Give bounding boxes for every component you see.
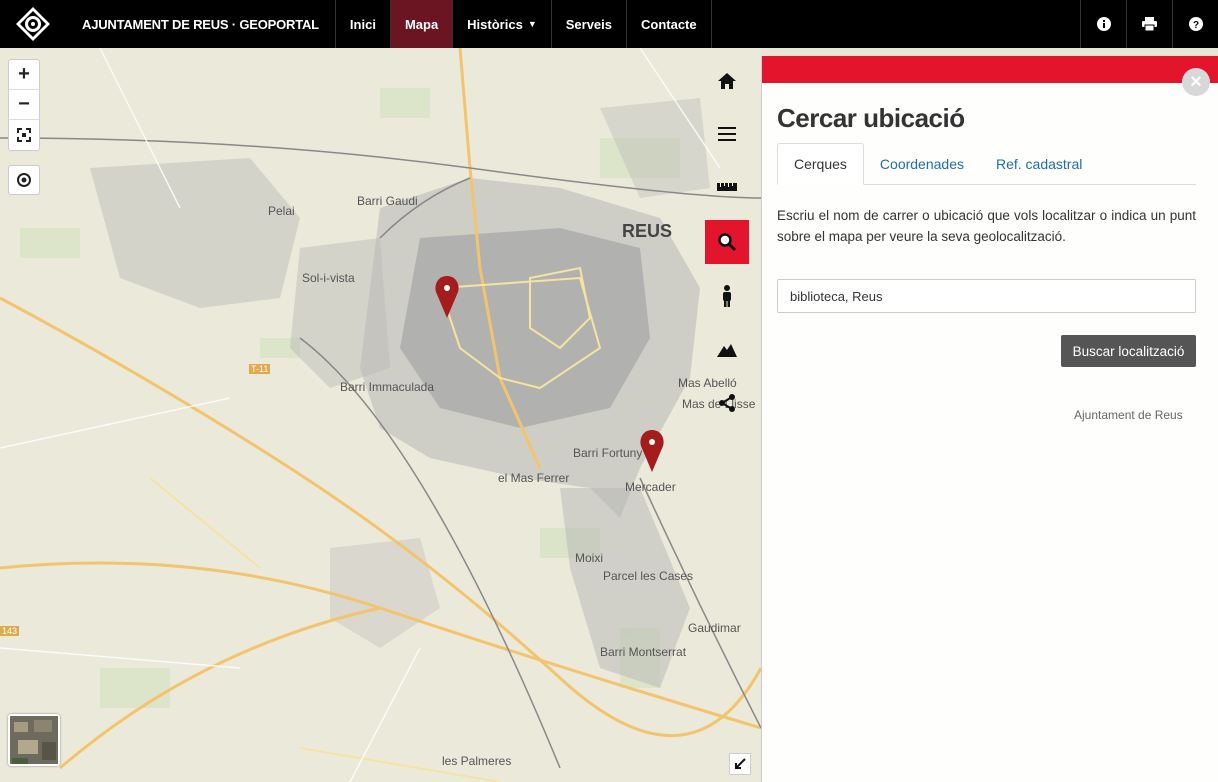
person-icon — [723, 285, 731, 307]
layers-menu-button[interactable] — [705, 112, 749, 156]
panel-header — [762, 56, 1218, 83]
search-tabs: Cerques Coordenades Ref. cadastral — [777, 143, 1196, 185]
brand-title[interactable]: AJUNTAMENT DE REUS · GEOPORTAL — [66, 0, 335, 48]
nav-mapa-label: Mapa — [404, 16, 439, 32]
elevation-button[interactable] — [705, 328, 749, 372]
search-description: Escriu el nom de carrer o ubicació que v… — [777, 208, 1196, 244]
ruler-icon — [717, 183, 737, 191]
home-icon — [718, 73, 736, 89]
measure-button[interactable] — [705, 165, 749, 209]
svg-text:?: ? — [1192, 20, 1198, 31]
map-label-moixi: Moixi — [575, 551, 604, 565]
help-icon: ? — [1188, 17, 1203, 31]
nav-historics-label: Històrics — [467, 16, 523, 32]
map-label-gaudimar: Gaudimar — [688, 621, 741, 635]
map-label-sol-i-vista: Sol-i-vista — [302, 271, 355, 285]
map-view[interactable]: REUS Barri Gaudi Pelai Sol-i-vista Barri… — [0, 48, 761, 782]
search-location-button[interactable] — [705, 220, 749, 264]
logo[interactable] — [0, 0, 66, 48]
info-icon — [1096, 17, 1111, 31]
map-label-barri-gaudi: Barri Gaudi — [357, 194, 418, 208]
basemap-toggle[interactable] — [8, 714, 60, 766]
caret-down-icon: ▼ — [527, 19, 537, 29]
print-button[interactable] — [1126, 0, 1172, 48]
zoom-in-button[interactable]: + — [9, 60, 39, 90]
home-button[interactable] — [705, 59, 749, 103]
nav-serveis[interactable]: Serveis — [550, 0, 626, 48]
map-base[interactable] — [0, 48, 761, 782]
satellite-thumbnail-icon — [10, 716, 58, 764]
collapse-panel-button[interactable] — [729, 753, 751, 775]
arrow-diagonal-icon — [735, 758, 746, 769]
zoom-controls: + − — [8, 59, 40, 151]
map-label-barri-montserrat: Barri Montserrat — [600, 645, 687, 659]
map-label-reus: REUS — [622, 221, 673, 241]
map-label-barri-fortuny: Barri Fortuny — [573, 446, 643, 460]
menu-icon — [718, 127, 736, 141]
map-label-les-palmeres: les Palmeres — [442, 754, 512, 768]
fullscreen-icon — [17, 128, 31, 142]
target-icon — [17, 173, 31, 187]
map-label-el-mas-ferrer: el Mas Ferrer — [498, 471, 570, 485]
nav-contacte-label: Contacte — [641, 16, 697, 32]
print-icon — [1142, 17, 1157, 31]
search-input[interactable] — [777, 279, 1196, 313]
locate-button[interactable] — [8, 165, 40, 195]
panel-footer: Ajuntament de Reus — [1074, 408, 1183, 422]
road-shield-t11: T-11 — [249, 364, 271, 374]
logo-icon — [16, 7, 50, 41]
close-panel-button[interactable]: × — [1182, 68, 1210, 96]
top-navbar: AJUNTAMENT DE REUS · GEOPORTAL Inici Map… — [0, 0, 1218, 48]
map-label-pelai: Pelai — [268, 204, 295, 218]
zoom-out-button[interactable]: − — [9, 90, 39, 120]
info-button[interactable] — [1080, 0, 1126, 48]
share-icon — [719, 394, 735, 412]
nav-inici-label: Inici — [349, 16, 376, 32]
tab-ref-cadastral[interactable]: Ref. cadastral — [980, 143, 1098, 185]
search-icon — [718, 233, 737, 252]
road-shield-143: 143 — [0, 626, 20, 636]
panel-title: Cercar ubicació — [777, 103, 965, 133]
tab-coordenades[interactable]: Coordenades — [864, 143, 980, 185]
nav-inici[interactable]: Inici — [334, 0, 390, 48]
help-button[interactable]: ? — [1172, 0, 1218, 48]
map-label-barri-immaculada: Barri Immaculada — [340, 380, 435, 394]
nav-contacte[interactable]: Contacte — [626, 0, 712, 48]
tab-cerques[interactable]: Cerques — [777, 143, 864, 185]
nav-mapa[interactable]: Mapa — [389, 0, 453, 48]
map-label-parcel-les-cases: Parcel les Cases — [603, 569, 694, 583]
fullscreen-button[interactable] — [9, 120, 39, 150]
nav-serveis-label: Serveis — [565, 16, 612, 32]
share-button[interactable] — [705, 381, 749, 425]
street-view-button[interactable] — [705, 274, 749, 318]
mountain-icon — [717, 344, 737, 357]
map-label-mercader: Mercader — [625, 480, 676, 494]
buscar-localitzacio-button[interactable]: Buscar localització — [1061, 335, 1196, 367]
nav-historics[interactable]: Històrics ▼ — [452, 0, 551, 48]
search-panel: × Cercar ubicació Cerques Coordenades Re… — [761, 56, 1218, 782]
